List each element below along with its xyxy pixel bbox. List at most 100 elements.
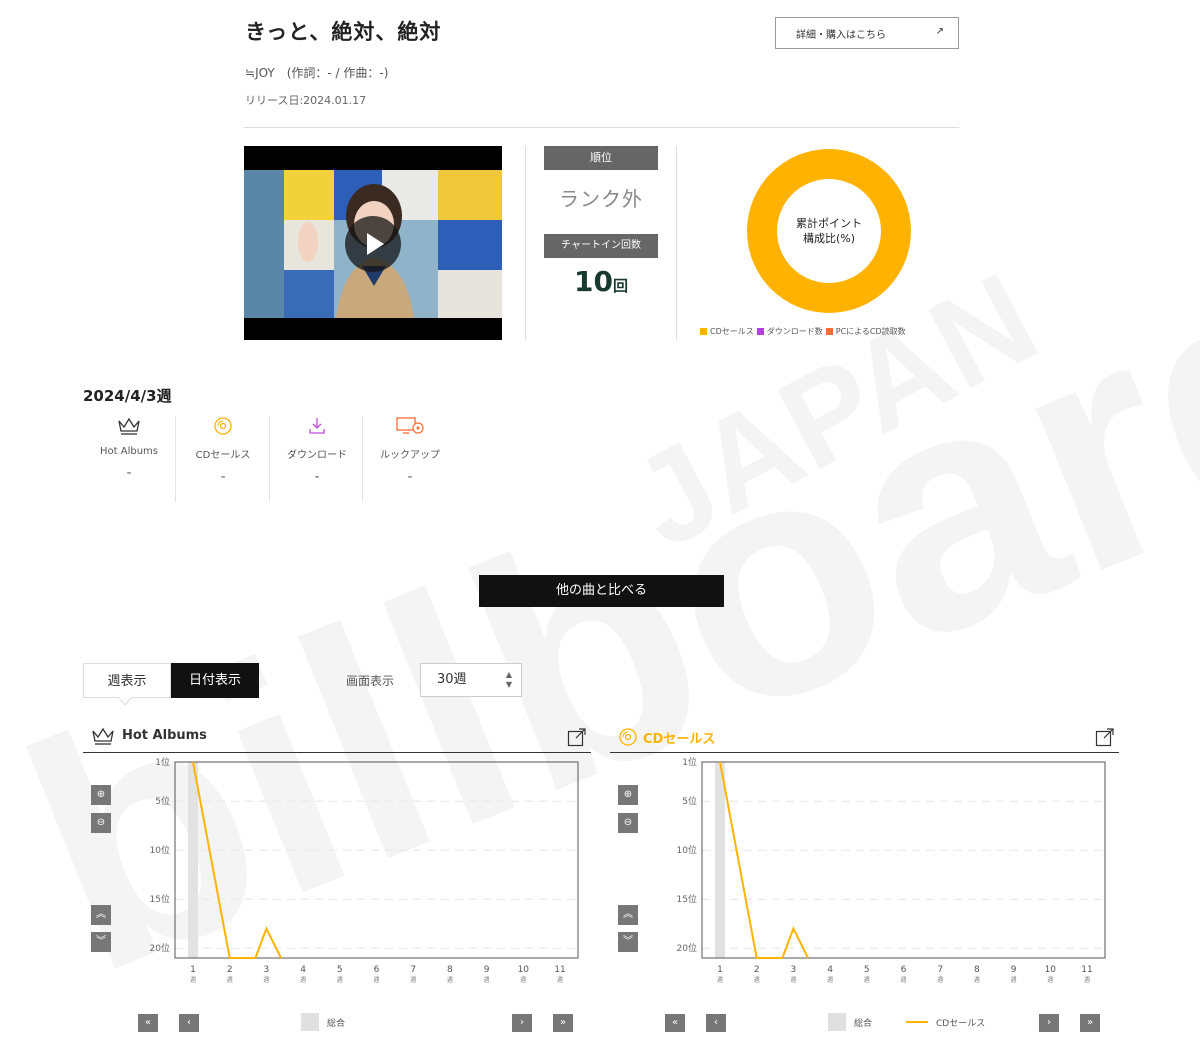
last-page-button[interactable]: » <box>553 1014 573 1032</box>
x-tick-label: 5 <box>864 965 870 975</box>
stat-lookup: ルックアップ - <box>363 415 457 485</box>
highlight-week-bar <box>715 762 725 958</box>
scroll-up-button[interactable]: ︽ <box>618 905 638 925</box>
x-tick-unit: 週 <box>227 976 233 984</box>
chartin-label: チャートイン回数 <box>544 234 658 258</box>
x-tick-unit: 週 <box>410 976 416 984</box>
x-tick-label: 4 <box>827 965 833 975</box>
x-tick-unit: 週 <box>754 976 760 984</box>
x-tick-unit: 週 <box>900 976 906 984</box>
weeks-select[interactable]: 30週 ▲ ▼ <box>420 663 522 697</box>
highlight-week-bar <box>188 762 198 958</box>
plot-frame <box>701 761 1106 959</box>
x-tick-unit: 週 <box>520 976 526 984</box>
expand-icon[interactable] <box>567 727 587 751</box>
stat-value: - <box>220 469 226 485</box>
x-tick-label: 5 <box>337 965 343 975</box>
points-donut-chart: 累計ポイント 構成比(%) <box>747 149 911 313</box>
x-tick-label: 3 <box>791 965 797 975</box>
legend-label: CDセールス <box>710 327 754 336</box>
legend-swatch <box>301 1013 319 1031</box>
x-tick-label: 2 <box>754 965 760 975</box>
x-tick-unit: 週 <box>1011 976 1017 984</box>
scroll-up-button[interactable]: ︽ <box>91 905 111 925</box>
video-player[interactable] <box>244 146 502 340</box>
chart-header-hot-albums: Hot Albums <box>83 727 591 753</box>
scroll-down-button[interactable]: ︾ <box>618 932 638 952</box>
y-tick-label: 15位 <box>150 893 170 905</box>
chart-title: Hot Albums <box>122 728 207 743</box>
release-date: リリース日:2024.01.17 <box>245 94 367 107</box>
stat-value: - <box>126 465 132 481</box>
legend-label: 総合 <box>327 1018 346 1029</box>
zoom-in-button[interactable]: ⊕ <box>91 785 111 805</box>
legend-item: PCによるCD読取数 <box>825 326 906 337</box>
x-tick-unit: 週 <box>373 976 379 984</box>
divider <box>525 146 526 340</box>
y-tick-label: 15位 <box>677 893 697 905</box>
spinner-icon: ▲ ▼ <box>505 670 512 689</box>
cd-icon <box>618 727 638 751</box>
y-tick-label: 10位 <box>150 844 170 856</box>
x-tick-unit: 週 <box>447 976 453 984</box>
x-tick-unit: 週 <box>484 976 490 984</box>
tab-indicator <box>118 697 132 705</box>
x-tick-label: 8 <box>974 965 980 975</box>
tab-date-view[interactable]: 日付表示 <box>171 663 259 698</box>
stat-label: ルックアップ <box>380 450 440 461</box>
chartin-count: 10回 <box>544 265 658 298</box>
expand-icon[interactable] <box>1095 727 1115 751</box>
crown-icon <box>91 727 115 749</box>
detail-purchase-button[interactable]: 詳細・購入はこちら ↗ <box>775 17 959 49</box>
x-tick-label: 10 <box>518 965 530 975</box>
last-page-button[interactable]: » <box>1080 1014 1100 1032</box>
lookup-icon <box>363 415 457 437</box>
rank-line-chart-hot-albums: 1位5位10位15位20位1週2週3週4週5週6週7週8週9週10週11週 <box>150 756 579 984</box>
prev-page-button[interactable]: ‹ <box>706 1014 726 1032</box>
x-tick-label: 11 <box>1081 965 1092 975</box>
prev-page-button[interactable]: ‹ <box>179 1014 199 1032</box>
compare-songs-button[interactable]: 他の曲と比べる <box>479 575 724 607</box>
download-icon <box>270 415 364 437</box>
donut-center: 累計ポイント 構成比(%) <box>777 179 881 283</box>
screen-display-label: 画面表示 <box>346 674 395 688</box>
chartin-count-unit: 回 <box>612 277 628 295</box>
y-tick-label: 10位 <box>677 844 697 856</box>
play-icon[interactable] <box>345 216 401 272</box>
donut-center-line2: 構成比(%) <box>802 232 856 245</box>
next-page-button[interactable]: › <box>512 1014 532 1032</box>
next-page-button[interactable]: › <box>1039 1014 1059 1032</box>
x-tick-label: 7 <box>937 965 943 975</box>
x-tick-label: 6 <box>374 965 380 975</box>
first-page-button[interactable]: « <box>138 1014 158 1032</box>
external-link-icon: ↗ <box>935 26 944 37</box>
scroll-down-button[interactable]: ︾ <box>91 932 111 952</box>
rank-line-chart-cd-sales: 1位5位10位15位20位1週2週3週4週5週6週7週8週9週10週11週 <box>677 756 1106 984</box>
stat-label: Hot Albums <box>100 446 158 457</box>
cd-icon <box>176 415 270 437</box>
y-tick-label: 20位 <box>150 942 170 954</box>
donut-center-line1: 累計ポイント <box>796 217 862 230</box>
legend-label: 総合 <box>854 1018 873 1029</box>
zoom-in-button[interactable]: ⊕ <box>618 785 638 805</box>
first-page-button[interactable]: « <box>665 1014 685 1032</box>
chartin-count-number: 10 <box>574 265 613 298</box>
tab-week-view[interactable]: 週表示 <box>83 663 171 698</box>
legend-swatch <box>825 328 833 335</box>
zoom-out-button[interactable]: ⊖ <box>91 813 111 833</box>
divider <box>676 146 677 340</box>
plot-frame <box>174 761 579 959</box>
series-line <box>719 761 809 959</box>
legend-item: ダウンロード数 <box>756 326 823 337</box>
x-tick-label: 2 <box>227 965 233 975</box>
x-tick-unit: 週 <box>557 976 563 984</box>
x-tick-label: 1 <box>717 965 723 975</box>
x-tick-label: 3 <box>264 965 270 975</box>
zoom-out-button[interactable]: ⊖ <box>618 813 638 833</box>
legend-swatch <box>756 328 764 335</box>
legend-label: ダウンロード数 <box>766 327 823 336</box>
stat-download: ダウンロード - <box>270 415 364 485</box>
y-tick-label: 1位 <box>155 756 170 768</box>
x-tick-unit: 週 <box>337 976 343 984</box>
x-tick-unit: 週 <box>263 976 269 984</box>
